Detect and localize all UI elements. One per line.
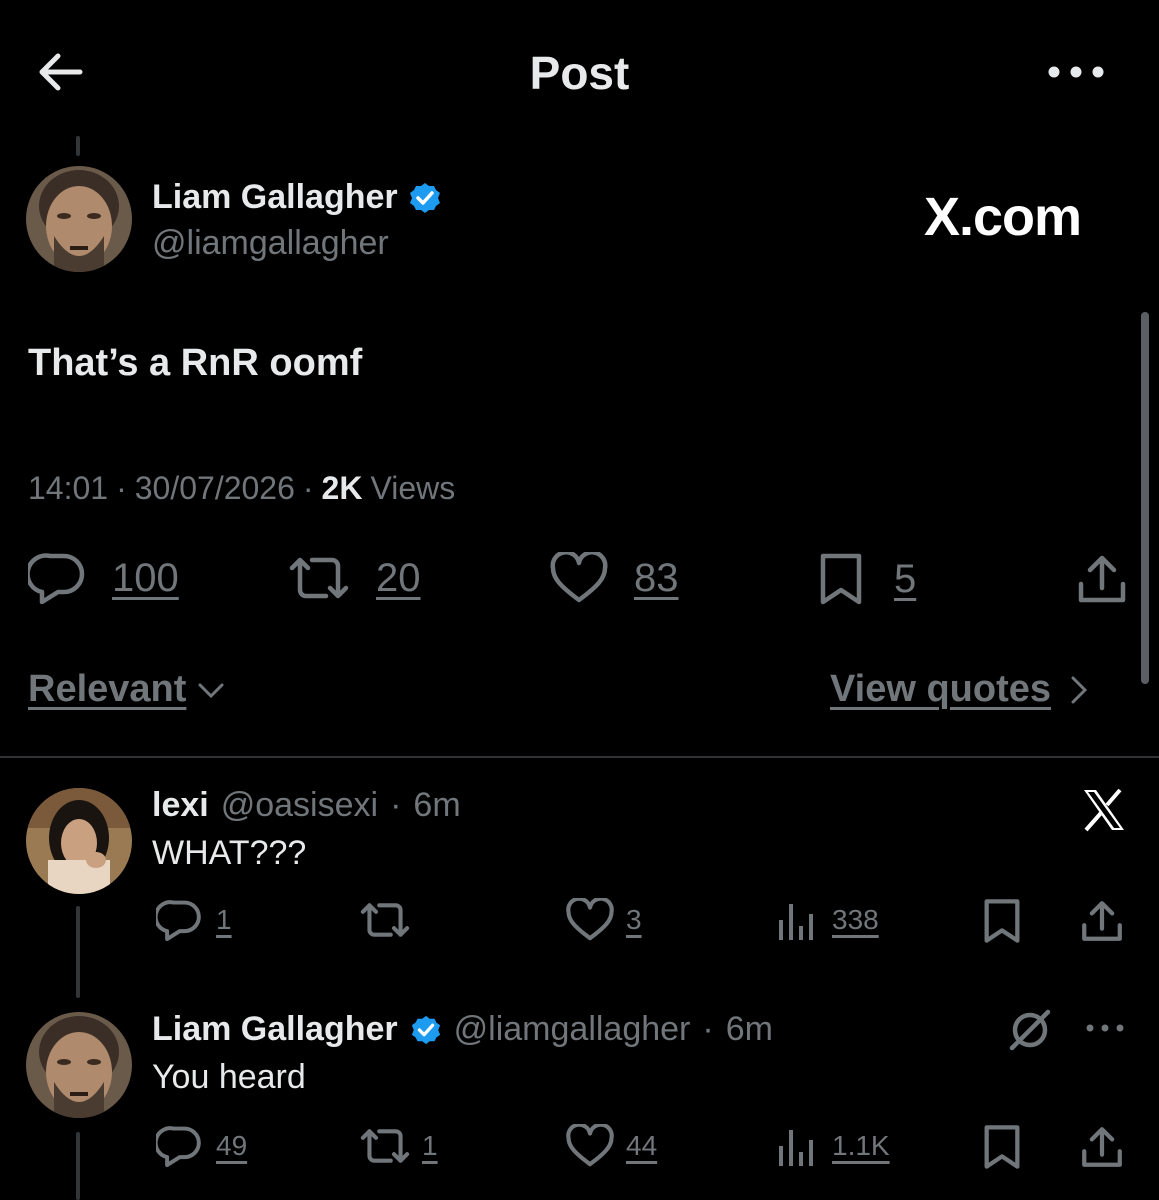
thread-connector [76,906,80,998]
heart-icon [550,552,608,603]
like-count: 3 [626,904,642,935]
reply-icon [156,1126,201,1168]
like-button[interactable]: 83 [550,552,679,604]
like-button[interactable]: 3 [566,898,642,942]
avatar[interactable] [26,1012,132,1118]
more-dots-icon [1086,1024,1124,1032]
bookmark-button[interactable]: 5 [818,552,916,606]
chevron-down-icon [198,683,224,698]
analytics-icon [779,1130,813,1166]
repost-icon [360,903,410,937]
reply-author-name[interactable]: lexi [152,786,209,825]
avatar[interactable] [26,788,132,894]
heart-icon [566,1124,614,1167]
repost-count: 20 [376,555,421,600]
post-text: That’s a RnR oomf [28,342,363,384]
like-count: 44 [626,1130,658,1161]
share-icon [1082,901,1122,941]
repost-icon [360,1129,410,1163]
chevron-right-icon [1071,676,1088,703]
reply-time[interactable]: 6m [726,1010,773,1049]
share-icon [1078,555,1126,603]
post-date: 30/07/2026 [134,470,295,506]
reply-author-handle[interactable]: @oasisexi [221,786,378,825]
divider [0,756,1159,758]
grok-icon[interactable] [1006,1006,1054,1054]
analytics-icon [779,904,813,940]
bookmark-icon [820,553,862,605]
page-title: Post [529,47,630,99]
share-button[interactable] [1076,552,1128,606]
repost-button[interactable]: 1 [358,1124,438,1168]
thread-connector [76,136,80,156]
views-label: Views [370,470,456,506]
heart-icon [566,898,614,941]
post-time: 14:01 [28,470,109,506]
views-count: 1.1K [832,1130,890,1161]
repost-icon [289,557,349,599]
like-count: 83 [634,555,679,600]
bookmark-icon [984,1125,1020,1169]
sort-label: Relevant [28,668,187,710]
views-count: 338 [832,904,879,935]
more-options-button[interactable] [1044,60,1108,84]
verified-badge-icon [411,1015,440,1044]
reply-button[interactable]: 49 [156,1124,247,1168]
scrollbar[interactable] [1141,312,1149,684]
views-count: 2K [321,470,363,506]
view-quotes-link[interactable]: View quotes [830,668,1089,711]
share-icon [1082,1127,1122,1167]
views-button[interactable]: 1.1K [776,1124,890,1168]
author-name[interactable]: Liam Gallagher [152,178,398,217]
reply-icon [28,553,85,604]
repost-button[interactable]: 20 [286,552,421,604]
reply-text: You heard [152,1058,306,1096]
bookmark-button[interactable] [982,898,1022,944]
thread-connector [76,1132,80,1200]
reply-button[interactable]: 100 [28,552,179,604]
reply-time[interactable]: 6m [413,786,460,825]
views-button[interactable]: 338 [776,898,879,942]
verified-badge-icon [409,182,440,213]
watermark: X.com [924,187,1082,247]
bookmark-count: 5 [894,556,917,601]
reply-count: 49 [216,1130,248,1161]
share-button[interactable] [1080,1124,1124,1170]
reply-author-name[interactable]: Liam Gallagher [152,1010,398,1049]
author-handle[interactable]: @liamgallagher [152,224,389,263]
reply-author-handle[interactable]: @liamgallagher [454,1010,691,1049]
like-button[interactable]: 44 [566,1124,657,1168]
sort-dropdown[interactable]: Relevant [28,668,226,711]
more-dots-icon [1048,66,1104,78]
bookmark-icon [984,899,1020,943]
reply-count: 100 [112,555,179,600]
repost-button[interactable] [358,898,426,942]
bookmark-button[interactable] [982,1124,1022,1170]
share-button[interactable] [1080,898,1124,944]
avatar[interactable] [26,166,132,272]
reply-button[interactable]: 1 [156,898,232,942]
more-options-button[interactable] [1084,1020,1126,1036]
view-quotes-label: View quotes [830,668,1052,710]
repost-count: 1 [422,1130,438,1161]
reply-icon [156,900,201,942]
x-logo-icon [1080,786,1128,834]
reply-text: WHAT??? [152,834,307,872]
reply-count: 1 [216,904,232,935]
